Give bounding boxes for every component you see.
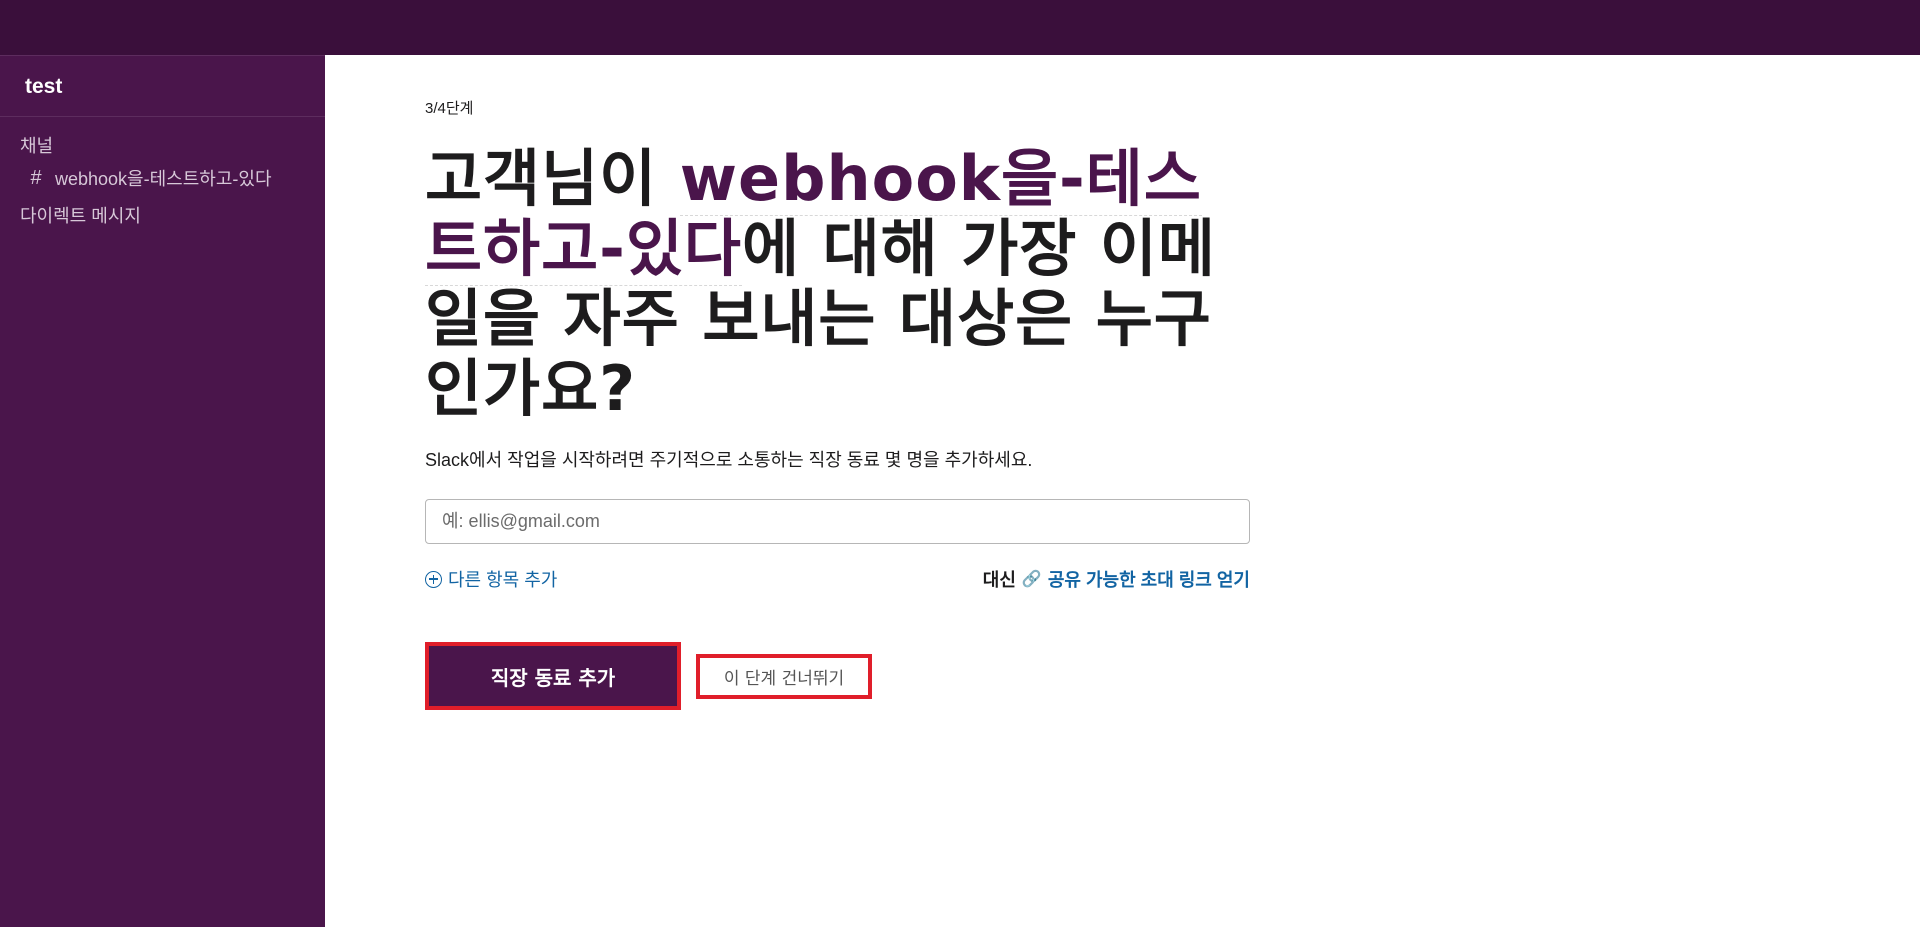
step-indicator: 3/4단계: [425, 100, 474, 117]
email-field[interactable]: [425, 499, 1250, 544]
add-another-link[interactable]: 다른 항목 추가: [425, 566, 557, 592]
workspace-name[interactable]: test: [0, 56, 325, 117]
add-coworkers-button[interactable]: 직장 동료 추가: [425, 642, 681, 710]
actions: 직장 동료 추가 이 단계 건너뛰기: [425, 642, 1255, 710]
sidebar: test 채널 # webhook을-테스트하고-있다 다이렉트 메시지: [0, 55, 325, 927]
link-icon: 🔗: [1021, 571, 1042, 588]
share-invite-link[interactable]: 공유 가능한 초대 링크 얻기: [1048, 566, 1250, 592]
add-another-label: 다른 항목 추가: [448, 570, 558, 590]
subtitle: Slack에서 작업을 시작하려면 주기적으로 소통하는 직장 동료 몇 명을 …: [425, 450, 1033, 470]
links-row: 다른 항목 추가 대신 🔗 공유 가능한 초대 링크 얻기: [425, 566, 1250, 590]
page-title: 고객님이 webhook을-테스트하고-있다에 대해 가장 이메일을 자주 보내…: [425, 142, 1255, 424]
sidebar-item-channel[interactable]: # webhook을-테스트하고-있다: [0, 165, 325, 191]
direct-messages-label[interactable]: 다이렉트 메시지: [0, 205, 325, 227]
channels-section-label[interactable]: 채널: [0, 135, 325, 157]
headline-prefix: 고객님이: [425, 142, 680, 215]
skip-step-button[interactable]: 이 단계 건너뛰기: [696, 653, 872, 699]
main-content: 3/4단계 고객님이 webhook을-테스트하고-있다에 대해 가장 이메일을…: [425, 55, 1255, 710]
plus-circle-icon: [425, 570, 442, 588]
hash-icon: #: [30, 166, 42, 189]
instead-label: 대신: [982, 570, 1016, 590]
top-bar: [0, 0, 1920, 55]
share-link-group: 대신 🔗 공유 가능한 초대 링크 얻기: [983, 566, 1250, 592]
channel-name: webhook을-테스트하고-있다: [55, 169, 272, 189]
